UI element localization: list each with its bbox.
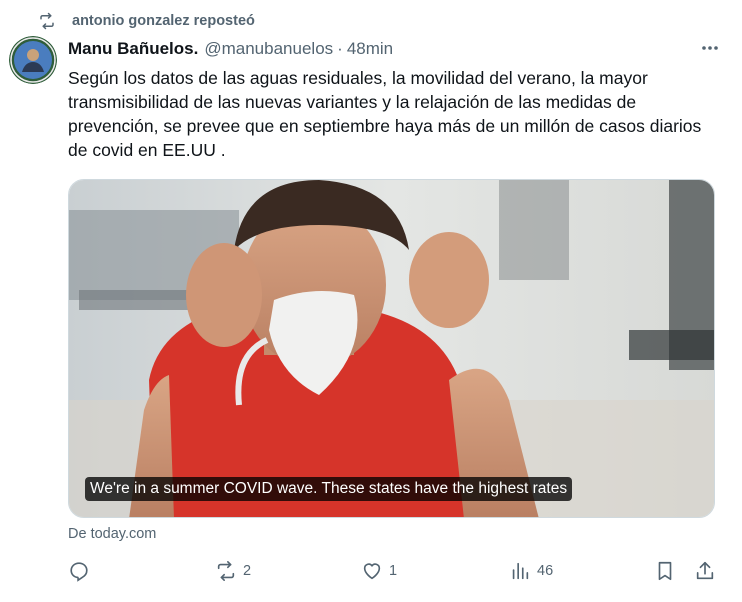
action-bar: 2 1 46 (68, 558, 720, 584)
share-icon (696, 561, 714, 580)
more-options-button[interactable] (698, 38, 722, 58)
heart-icon (363, 563, 381, 580)
author-name[interactable]: Manu Bañuelos. (68, 39, 198, 59)
share-button[interactable] (694, 558, 716, 584)
separator: · (337, 39, 343, 58)
views-count: 46 (537, 563, 554, 579)
like-button[interactable]: 1 (361, 558, 397, 584)
reply-button[interactable] (68, 558, 90, 584)
tweet-header: Manu Bañuelos. @manubanuelos · 48min (68, 38, 393, 60)
repost-button[interactable]: 2 (215, 558, 251, 584)
repost-context[interactable]: antonio gonzalez reposteó (38, 11, 255, 31)
repost-icon (38, 12, 56, 30)
bookmark-button[interactable] (654, 558, 676, 584)
repost-icon (217, 561, 235, 581)
card-source[interactable]: De today.com (68, 526, 156, 542)
more-icon (702, 46, 718, 50)
views-icon (512, 562, 529, 580)
repost-label: antonio gonzalez reposteó (72, 13, 255, 29)
link-card-media[interactable]: We're in a summer COVID wave. These stat… (68, 179, 715, 518)
card-image (69, 180, 714, 517)
repost-count: 2 (243, 563, 252, 579)
avatar[interactable] (9, 36, 57, 84)
author-handle[interactable]: @manubanuelos (204, 39, 333, 59)
like-count: 1 (389, 563, 398, 579)
reply-icon (70, 562, 88, 582)
tweet-text: Según los datos de las aguas residuales,… (68, 68, 702, 160)
card-caption: We're in a summer COVID wave. These stat… (85, 477, 573, 501)
bookmark-icon (658, 561, 672, 581)
timestamp[interactable]: 48min (347, 39, 393, 59)
views-button[interactable]: 46 (509, 558, 553, 584)
